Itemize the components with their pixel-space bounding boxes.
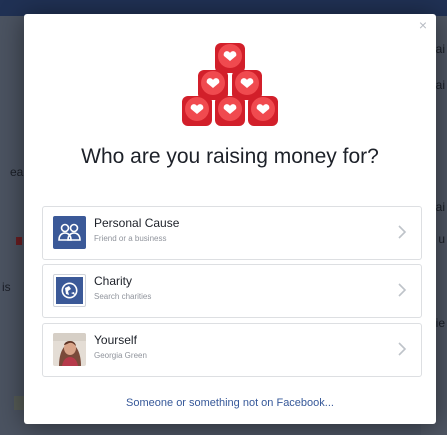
background-text: is xyxy=(2,280,11,294)
chevron-right-icon xyxy=(398,225,407,239)
background-text: ea xyxy=(10,165,24,179)
background-text: ai xyxy=(435,200,445,214)
avatar xyxy=(53,333,86,366)
background-text: ai xyxy=(435,42,445,56)
option-label: Personal Cause xyxy=(94,216,180,230)
fundraiser-dialog: × Who are you raising money for? Persona… xyxy=(24,14,436,424)
background-text: ai xyxy=(435,78,445,92)
option-label: Yourself xyxy=(94,333,137,347)
option-sublabel: Georgia Green xyxy=(94,351,147,360)
background-image-fragment xyxy=(16,237,22,245)
close-button[interactable]: × xyxy=(416,18,430,32)
globe-icon xyxy=(53,274,86,307)
option-label: Charity xyxy=(94,274,133,288)
background-text: u xyxy=(438,232,445,246)
option-personal-cause[interactable]: Personal Cause Friend or a business xyxy=(42,206,422,260)
fundraiser-hearts-illustration xyxy=(182,43,278,126)
dialog-title: Who are you raising money for? xyxy=(81,145,379,168)
not-on-facebook-link[interactable]: Someone or something not on Facebook... xyxy=(24,397,436,409)
option-sublabel: Search charities xyxy=(94,292,152,301)
chevron-right-icon xyxy=(398,283,407,297)
background-text: ie xyxy=(435,316,445,330)
option-yourself[interactable]: Yourself Georgia Green xyxy=(42,323,422,377)
chevron-right-icon xyxy=(398,342,407,356)
people-icon xyxy=(53,216,86,249)
option-sublabel: Friend or a business xyxy=(94,234,167,243)
background-image-fragment xyxy=(14,396,24,410)
option-charity[interactable]: Charity Search charities xyxy=(42,264,422,318)
